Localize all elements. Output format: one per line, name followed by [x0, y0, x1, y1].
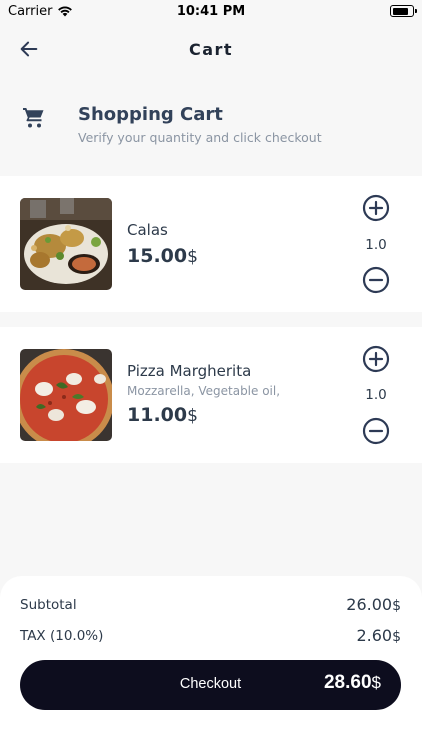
plus-circle-icon[interactable]: [362, 194, 390, 222]
minus-circle-icon[interactable]: [362, 417, 390, 445]
item-price-value: 11.00: [127, 404, 188, 426]
section-title: Shopping Cart: [78, 104, 223, 125]
item-quantity: 1.0: [365, 387, 387, 403]
section-subtitle: Verify your quantity and click checkout: [78, 130, 322, 145]
item-price-currency: $: [187, 247, 198, 267]
status-time: 10:41 PM: [176, 3, 246, 19]
item-name: Calas: [127, 221, 168, 239]
tax-label: TAX (10.0%): [20, 628, 104, 644]
status-bar: Carrier 10:41 PM: [0, 0, 422, 22]
item-image: [20, 349, 112, 441]
battery-icon: [390, 5, 417, 17]
plus-circle-icon[interactable]: [362, 345, 390, 373]
page-header: Shopping Cart Verify your quantity and c…: [0, 100, 422, 160]
page-title: Cart: [188, 40, 234, 59]
cart-item: Calas 15.00$ 1.0: [0, 176, 422, 312]
item-name: Pizza Margherita: [127, 362, 252, 380]
checkout-total: 28.60$: [324, 672, 381, 694]
subtotal-label: Subtotal: [20, 597, 77, 613]
checkout-total-amount: 28.60: [323, 672, 372, 693]
checkout-total-currency: $: [371, 673, 381, 692]
order-summary: Subtotal 26.00$ TAX (10.0%) 2.60$ Checko…: [0, 576, 422, 750]
item-description: Mozzarella, Vegetable oil,: [127, 384, 281, 398]
tax-currency: $: [392, 629, 401, 645]
nav-bar: Cart: [0, 32, 422, 68]
subtotal-value: 26.00$: [346, 595, 401, 614]
item-image: [20, 198, 112, 290]
item-price-currency: $: [187, 406, 198, 426]
item-price-value: 15.00: [127, 245, 188, 267]
subtotal-currency: $: [392, 598, 401, 614]
subtotal-amount: 26.00: [346, 595, 393, 614]
minus-circle-icon[interactable]: [362, 266, 390, 294]
cart-item: Pizza Margherita Mozzarella, Vegetable o…: [0, 327, 422, 463]
item-price: 15.00$: [127, 245, 198, 267]
shopping-cart-icon: [23, 108, 44, 128]
battery-level: [392, 7, 408, 15]
tax-amount: 2.60: [356, 626, 393, 645]
item-price: 11.00$: [127, 404, 198, 426]
tax-value: 2.60$: [356, 626, 401, 645]
item-quantity: 1.0: [365, 237, 387, 253]
checkout-button[interactable]: Checkout 28.60$: [20, 660, 401, 710]
